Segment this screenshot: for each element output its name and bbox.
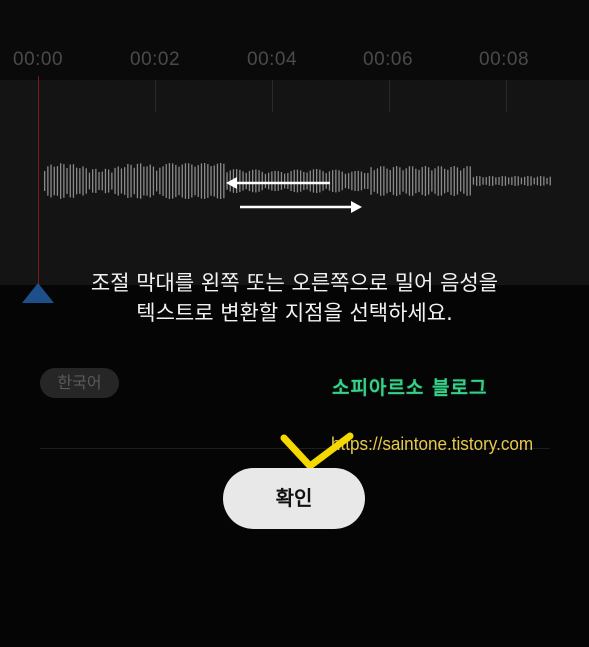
instruction-text: 조절 막대를 왼쪽 또는 오른쪽으로 밀어 음성을 텍스트로 변환할 지점을 선… [0, 268, 589, 328]
watermark-title: 소피아르소 블로그 [332, 377, 488, 399]
language-chip[interactable]: 한국어 [40, 368, 119, 398]
instruction-line-2: 텍스트로 변환할 지점을 선택하세요. [136, 301, 453, 325]
left-arrow-icon [226, 177, 330, 189]
watermark-url: https://saintone.tistory.com [331, 434, 534, 454]
right-arrow-icon [240, 201, 362, 213]
confirm-button[interactable]: 확인 [223, 468, 365, 529]
instruction-line-1: 조절 막대를 왼쪽 또는 오른쪽으로 밀어 음성을 [90, 271, 499, 295]
